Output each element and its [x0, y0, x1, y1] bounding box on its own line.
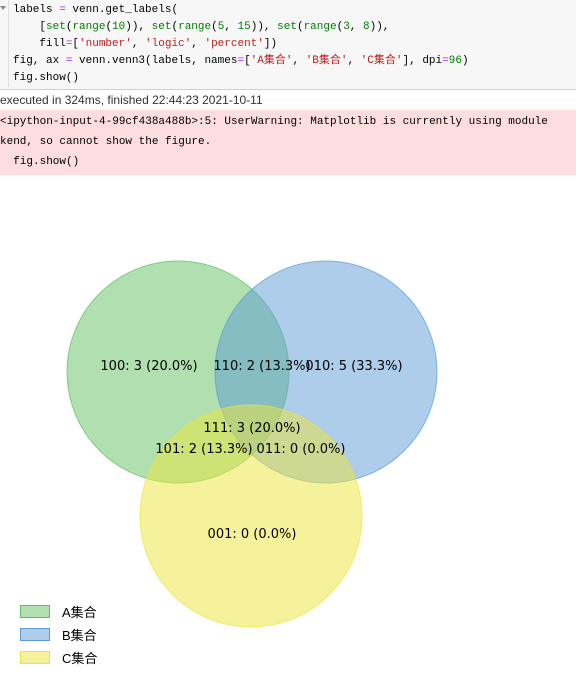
code-token: fig.show()	[13, 72, 80, 84]
code-token: 'B集合'	[305, 55, 348, 67]
legend: A集合 B集合 C集合	[20, 600, 97, 669]
legend-item-b: B集合	[20, 623, 97, 646]
code-token: range	[178, 21, 212, 33]
code-token: ,	[347, 55, 361, 67]
code-line: [set(range(10)), set(range(5, 15)), set(…	[13, 19, 572, 36]
code-token: 'percent'	[204, 38, 264, 50]
code-token: labels	[13, 4, 60, 16]
code-token: [	[13, 21, 47, 33]
code-token: ,	[292, 55, 306, 67]
legend-swatch	[20, 628, 50, 641]
execution-status: executed in 324ms, finished 22:44:23 202…	[0, 93, 263, 107]
code-token: set	[151, 21, 172, 33]
code-token: venn.get_labels(	[65, 4, 179, 16]
venn-diagram: 100: 3 (20.0%) 110: 2 (13.3%) 010: 5 (33…	[66, 260, 438, 628]
legend-label: C集合	[62, 651, 98, 666]
circle-c	[139, 404, 363, 628]
collapse-arrow-icon[interactable]	[0, 6, 6, 10]
code-token: 'number'	[79, 38, 132, 50]
code-token: (	[211, 21, 218, 33]
code-token: =	[442, 55, 449, 67]
region-label-110: 110: 2 (13.3%)	[213, 359, 310, 374]
code-token: 15	[237, 21, 251, 33]
code-line: fig.show()	[13, 70, 572, 87]
code-token: )),	[250, 21, 278, 33]
code-token: ], dpi	[402, 55, 443, 67]
legend-swatch	[20, 605, 50, 618]
region-label-111: 111: 3 (20.0%)	[203, 421, 300, 436]
region-label-101: 101: 2 (13.3%)	[155, 442, 252, 457]
legend-label: A集合	[62, 605, 97, 620]
warning-line: <ipython-input-4-99cf438a488b>:5: UserWa…	[0, 116, 548, 128]
region-label-100: 100: 3 (20.0%)	[100, 359, 197, 374]
code-line: fig, ax = venn.venn3(labels, names=['A集合…	[13, 53, 572, 70]
code-token: ])	[263, 38, 278, 50]
code-token: )	[461, 55, 469, 67]
code-token: 'logic'	[145, 38, 192, 50]
code-editor[interactable]: labels = venn.get_labels( [set(range(10)…	[8, 0, 572, 87]
code-token: 8	[363, 21, 370, 33]
code-token: 3	[343, 21, 350, 33]
legend-swatch	[20, 651, 50, 664]
code-line: fill=['number', 'logic', 'percent'])	[13, 36, 572, 53]
region-label-010: 010: 5 (33.3%)	[305, 359, 402, 374]
legend-item-c: C集合	[20, 646, 97, 669]
code-token: 96	[448, 55, 462, 67]
code-token: =	[59, 4, 66, 16]
code-token: range	[72, 21, 106, 33]
code-token: )),	[369, 21, 390, 33]
code-token: fig, ax	[13, 55, 66, 67]
legend-label: B集合	[62, 628, 97, 643]
region-label-011: 011: 0 (0.0%)	[257, 442, 346, 457]
legend-item-a: A集合	[20, 600, 97, 623]
code-token: venn.venn3(labels, names	[72, 55, 238, 67]
code-token: fill	[13, 38, 66, 50]
code-token: ,	[131, 38, 146, 50]
code-token: )),	[125, 21, 152, 33]
warning-output: <ipython-input-4-99cf438a488b>:5: UserWa…	[0, 110, 576, 175]
region-label-001: 001: 0 (0.0%)	[208, 527, 297, 542]
code-token: set	[277, 21, 297, 33]
code-token: 'C集合'	[360, 55, 403, 67]
code-token: 'A集合'	[250, 55, 293, 67]
warning-line: fig.show()	[0, 156, 80, 168]
code-line: labels = venn.get_labels(	[13, 2, 572, 19]
code-token: range	[303, 21, 337, 33]
code-token: ,	[224, 21, 238, 33]
code-token: 10	[112, 21, 126, 33]
code-token: ,	[191, 38, 205, 50]
code-token: ,	[349, 21, 363, 33]
code-token: (	[296, 21, 304, 33]
warning-line: kend, so cannot show the figure.	[0, 136, 212, 148]
code-token: set	[46, 21, 66, 33]
code-cell[interactable]: labels = venn.get_labels( [set(range(10)…	[0, 0, 576, 90]
code-token: [	[244, 55, 251, 67]
